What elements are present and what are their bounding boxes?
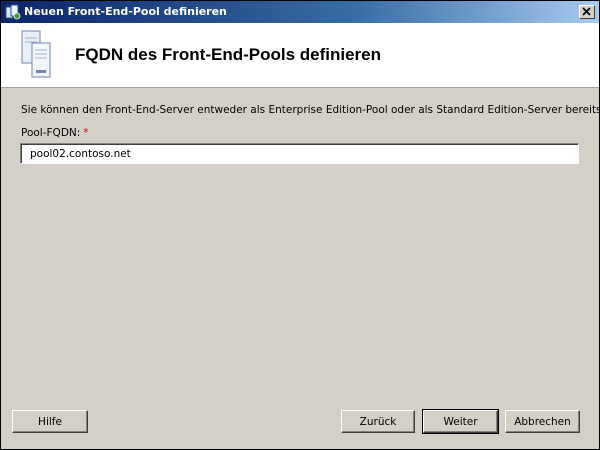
required-marker: * — [83, 127, 89, 139]
cancel-button[interactable]: Abbrechen — [505, 410, 580, 433]
pool-fqdn-label-text: Pool-FQDN: — [21, 127, 81, 139]
help-button[interactable]: Hilfe — [12, 410, 88, 433]
dialog-window: Neuen Front-End-Pool definieren FQDN des… — [0, 0, 600, 450]
page-heading: FQDN des Front-End-Pools definieren — [75, 45, 382, 64]
app-icon — [5, 4, 21, 20]
next-button[interactable]: Weiter — [422, 409, 499, 434]
pool-fqdn-input[interactable] — [20, 143, 579, 164]
window-title: Neuen Front-End-Pool definieren — [24, 5, 227, 18]
description-text: Sie können den Front-End-Server entweder… — [21, 104, 600, 116]
close-button[interactable] — [579, 5, 595, 19]
wizard-header: FQDN des Front-End-Pools definieren — [1, 23, 599, 88]
pool-fqdn-label: Pool-FQDN: * — [21, 127, 89, 139]
close-icon — [582, 7, 591, 16]
title-bar[interactable]: Neuen Front-End-Pool definieren — [1, 1, 599, 23]
back-button[interactable]: Zurück — [341, 410, 415, 433]
server-stack-icon — [19, 29, 53, 81]
